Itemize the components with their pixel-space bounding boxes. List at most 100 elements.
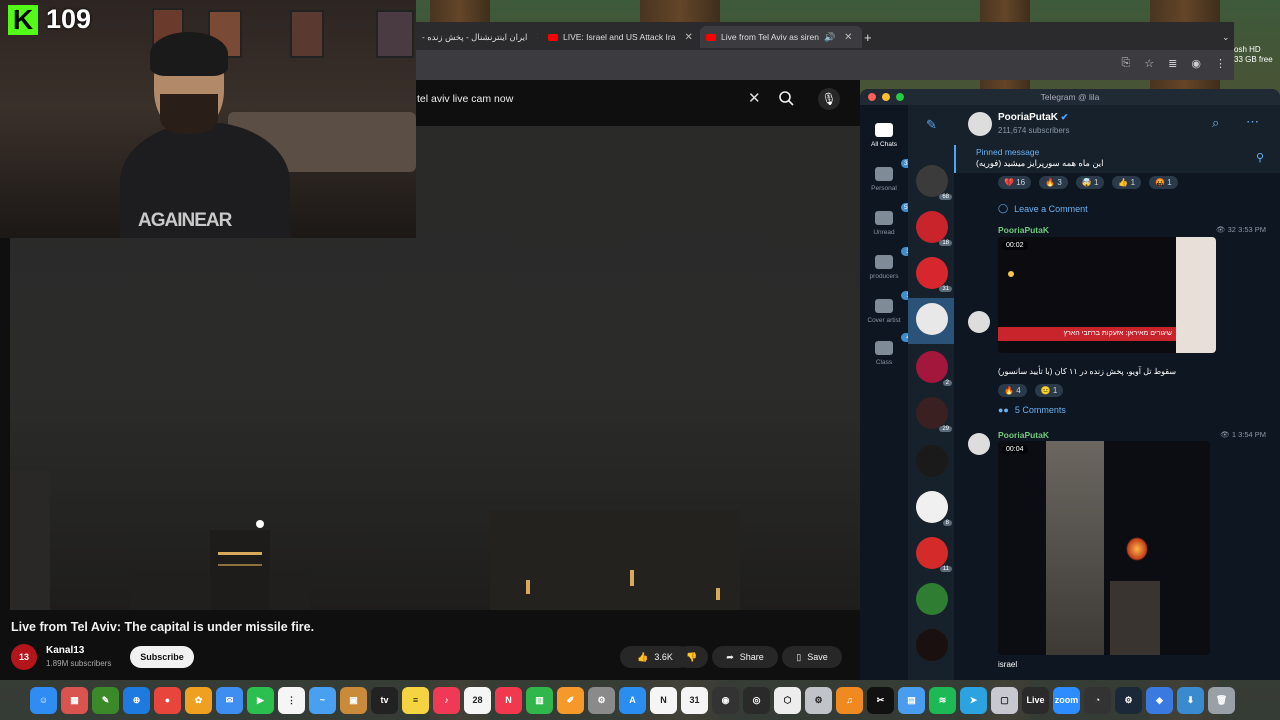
dock-zoom-icon[interactable]: zoom xyxy=(1053,686,1080,714)
dock-chrome-icon[interactable]: ● xyxy=(154,686,181,714)
chat-avatar[interactable]: 2 xyxy=(916,351,952,386)
profile-icon[interactable]: ◉ xyxy=(1191,57,1201,70)
tab-iran-international[interactable]: ایران اینترنشنال - پخش زنده - ✕ xyxy=(416,26,538,48)
folder-class[interactable]: 4 Class xyxy=(860,333,915,366)
dock-scripts-icon[interactable]: ▢ xyxy=(991,686,1018,714)
post-author[interactable]: PooriaPutaK xyxy=(998,430,1049,440)
channel-avatar[interactable]: 13 xyxy=(11,644,37,670)
share-button[interactable]: ➦ Share xyxy=(712,646,778,668)
chat-avatar[interactable]: 11 xyxy=(916,537,952,572)
microphone-icon[interactable]: 🎙 xyxy=(818,88,840,110)
tab-close-icon[interactable]: ✕ xyxy=(684,32,692,43)
channel-name[interactable]: PooriaPutaK ✔ xyxy=(998,112,1068,123)
dock-freeform-icon[interactable]: ~ xyxy=(309,686,336,714)
chat-avatar[interactable]: 68 xyxy=(916,165,952,200)
dock-utility-icon[interactable]: ⚙ xyxy=(805,686,832,714)
dock-launchpad-icon[interactable]: ▦ xyxy=(61,686,88,714)
dock-steam-icon[interactable]: ⚙ xyxy=(1115,686,1142,714)
dock-calendar-icon[interactable]: 28 xyxy=(464,686,491,714)
post-avatar[interactable] xyxy=(968,311,990,333)
chat-avatar[interactable] xyxy=(916,629,948,661)
dock-folder-icon[interactable]: ▣ xyxy=(340,686,367,714)
bookmark-star-icon[interactable]: ☆ xyxy=(1144,57,1154,70)
browser-menu-icon[interactable]: ⋮ xyxy=(1215,57,1226,70)
pinned-list-icon[interactable]: ⚲ xyxy=(1256,151,1264,164)
dock-pages-icon[interactable]: ✐ xyxy=(557,686,584,714)
folder-all-chats[interactable]: All Chats xyxy=(860,123,908,148)
new-tab-button[interactable]: + xyxy=(858,26,886,48)
dock-logic-icon[interactable]: ◉ xyxy=(712,686,739,714)
chat-avatar[interactable] xyxy=(916,303,948,335)
dock-notes-icon[interactable]: ≡ xyxy=(402,686,429,714)
chat-avatar[interactable]: 8 xyxy=(916,491,952,526)
dock-trash-icon[interactable]: 🗑 xyxy=(1208,686,1235,714)
dock-garageband-icon[interactable]: ♫ xyxy=(836,686,863,714)
dock-app-store-icon[interactable]: A xyxy=(619,686,646,714)
chat-avatar[interactable] xyxy=(916,445,948,477)
tab-search-chevron-icon[interactable]: ⌄ xyxy=(1216,26,1242,48)
save-button[interactable]: ▯ Save xyxy=(782,646,842,668)
dock-news-icon[interactable]: N xyxy=(495,686,522,714)
tab-close-icon[interactable]: ✕ xyxy=(536,32,538,43)
reaction-chip[interactable]: 💔 16 xyxy=(998,176,1032,189)
dock-live-icon[interactable]: Live xyxy=(1022,686,1049,714)
dock-reminders-icon[interactable]: ⋮ xyxy=(278,686,305,714)
audio-playing-icon[interactable]: 🔊 xyxy=(824,32,835,43)
search-icon[interactable] xyxy=(778,90,794,106)
dislike-button[interactable]: 👎 xyxy=(676,646,708,668)
pinned-message-bar[interactable]: Pinned message این ماه همه سورپرایز میشی… xyxy=(954,145,1280,173)
dock-capcut-icon[interactable]: ✂ xyxy=(867,686,894,714)
dock-photos-icon[interactable]: ✿ xyxy=(185,686,212,714)
dock-numbers-icon[interactable]: ▥ xyxy=(526,686,553,714)
folder-personal[interactable]: 394 Personal xyxy=(860,159,918,192)
reaction-chip[interactable]: 👍 1 xyxy=(1112,176,1142,189)
reaction-chip[interactable]: 🔥 4 xyxy=(998,384,1027,397)
dock-calendar-31-icon[interactable]: 31 xyxy=(681,686,708,714)
channel-name[interactable]: Kanal13 xyxy=(46,645,84,656)
folder-unread[interactable]: 538 Unread xyxy=(860,203,918,236)
folder-producers[interactable]: 3 producers xyxy=(860,247,915,280)
channel-avatar[interactable] xyxy=(968,112,992,136)
dock-preview-icon[interactable]: ▤ xyxy=(898,686,925,714)
dock-music-icon[interactable]: ♪ xyxy=(433,686,460,714)
dock-spotify-icon[interactable]: ≋ xyxy=(929,686,956,714)
dock-apple-tv-icon[interactable]: tv xyxy=(371,686,398,714)
tab-close-icon[interactable]: ✕ xyxy=(844,32,852,43)
leave-comment-button[interactable]: ◯ Leave a Comment xyxy=(998,203,1088,214)
extensions-icon[interactable]: ≣ xyxy=(1168,57,1177,70)
dock-logic-2-icon[interactable]: ◎ xyxy=(743,686,770,714)
chat-avatar[interactable]: 18 xyxy=(916,211,952,246)
dock-activity-icon[interactable]: ◔ xyxy=(1084,686,1111,714)
dock-downloads-icon[interactable]: ⬇ xyxy=(1177,686,1204,714)
dock-mail-icon[interactable]: ✉ xyxy=(216,686,243,714)
video-thumbnail[interactable]: 00:02 שיגורים מאיראן: אזעקות ברחבי הארץ xyxy=(998,237,1216,353)
dock-safari-icon[interactable]: ⊕ xyxy=(123,686,150,714)
dock-facetime-icon[interactable]: ▶ xyxy=(247,686,274,714)
video-thumbnail[interactable]: 00:04 xyxy=(998,441,1210,655)
reaction-chip[interactable]: 😐 1 xyxy=(1034,384,1064,397)
more-options-icon[interactable]: ⋯ xyxy=(1246,114,1259,130)
dock-finder-icon[interactable]: ☺ xyxy=(30,686,57,714)
reaction-chip[interactable]: 🔥 3 xyxy=(1039,176,1068,189)
subscribe-button[interactable]: Subscribe xyxy=(130,646,194,668)
chat-avatar[interactable] xyxy=(916,583,948,615)
chat-avatar[interactable]: 31 xyxy=(916,257,952,292)
dock-app-icon[interactable]: ✎ xyxy=(92,686,119,714)
tab-live-tel-aviv[interactable]: Live from Tel Aviv as siren 🔊 ✕ xyxy=(700,26,862,48)
dock-system-settings-icon[interactable]: ⚙ xyxy=(588,686,615,714)
folder-cover-artist[interactable]: 1 Cover artist xyxy=(860,291,915,324)
search-icon[interactable]: ⌕ xyxy=(1212,115,1219,131)
reaction-chip[interactable]: 🤬 1 xyxy=(1149,176,1178,189)
dock-vpn-icon[interactable]: ◈ xyxy=(1146,686,1173,714)
reaction-chip[interactable]: 🤯 1 xyxy=(1075,176,1105,189)
chat-avatar[interactable]: 29 xyxy=(916,397,952,432)
install-app-icon[interactable]: ⎘ xyxy=(1121,57,1130,70)
post-avatar[interactable] xyxy=(968,433,990,455)
dock-unity-icon[interactable]: ⬡ xyxy=(774,686,801,714)
tab-live-israel-us[interactable]: LIVE: Israel and US Attack Ira ✕ xyxy=(542,26,704,48)
dock-notion-icon[interactable]: N xyxy=(650,686,677,714)
post-author[interactable]: PooriaPutaK xyxy=(998,225,1049,235)
clear-search-icon[interactable]: ✕ xyxy=(748,89,761,107)
comments-button[interactable]: ●● 5 Comments xyxy=(998,405,1066,415)
search-input[interactable]: tel aviv live cam now xyxy=(417,93,513,105)
